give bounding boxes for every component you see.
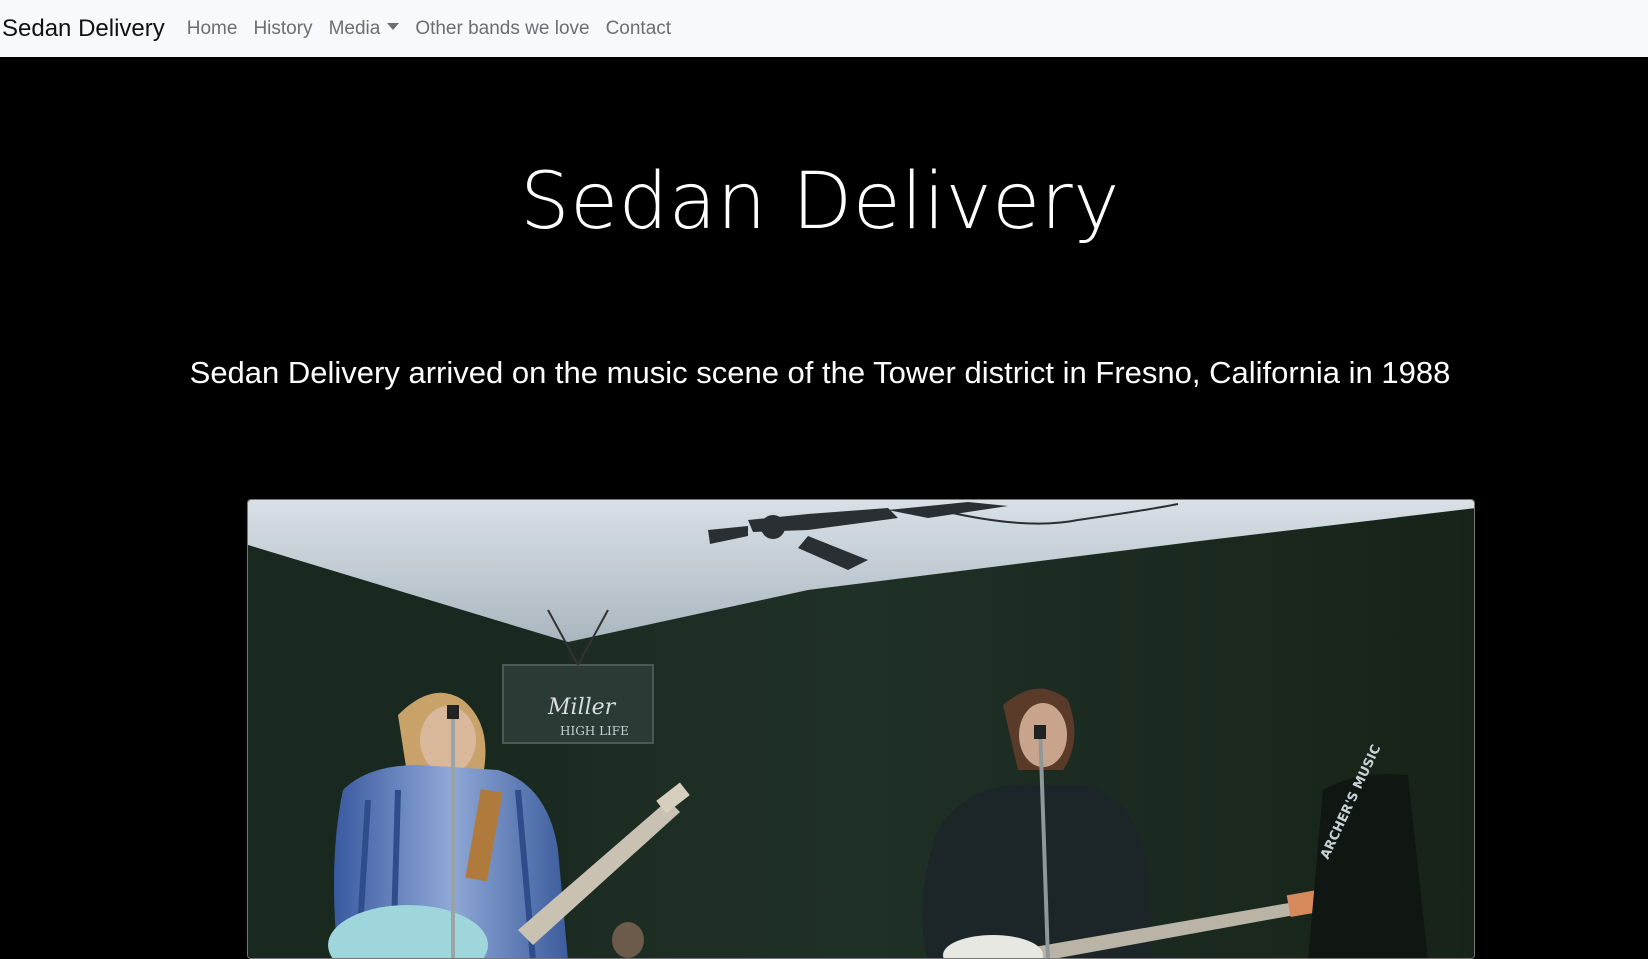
- sign-subtext: HIGH LIFE: [560, 724, 629, 738]
- hero-subtitle: Sedan Delivery arrived on the music scen…: [189, 355, 1451, 390]
- chevron-down-icon: [387, 22, 400, 30]
- sign-brand-text: Miller: [547, 695, 617, 720]
- navbar-brand[interactable]: Sedan Delivery: [2, 15, 165, 43]
- nav-media-label: Media: [328, 17, 381, 39]
- nav-history[interactable]: History: [253, 18, 312, 40]
- band-photo-image: Miller HIGH LIFE ARCHER'S MUSIC: [248, 500, 1474, 958]
- nav-home[interactable]: Home: [187, 18, 238, 40]
- band-photo: Miller HIGH LIFE ARCHER'S MUSIC: [247, 499, 1475, 959]
- nav-other-bands[interactable]: Other bands we love: [415, 18, 589, 40]
- page-title: Sedan Delivery: [520, 157, 1120, 247]
- nav-contact[interactable]: Contact: [606, 18, 671, 40]
- navbar: Sedan Delivery Home History Media Other …: [0, 0, 1648, 57]
- nav-media-dropdown[interactable]: Media: [329, 18, 400, 40]
- hero-section: Sedan Delivery Sedan Delivery arrived on…: [0, 57, 1648, 959]
